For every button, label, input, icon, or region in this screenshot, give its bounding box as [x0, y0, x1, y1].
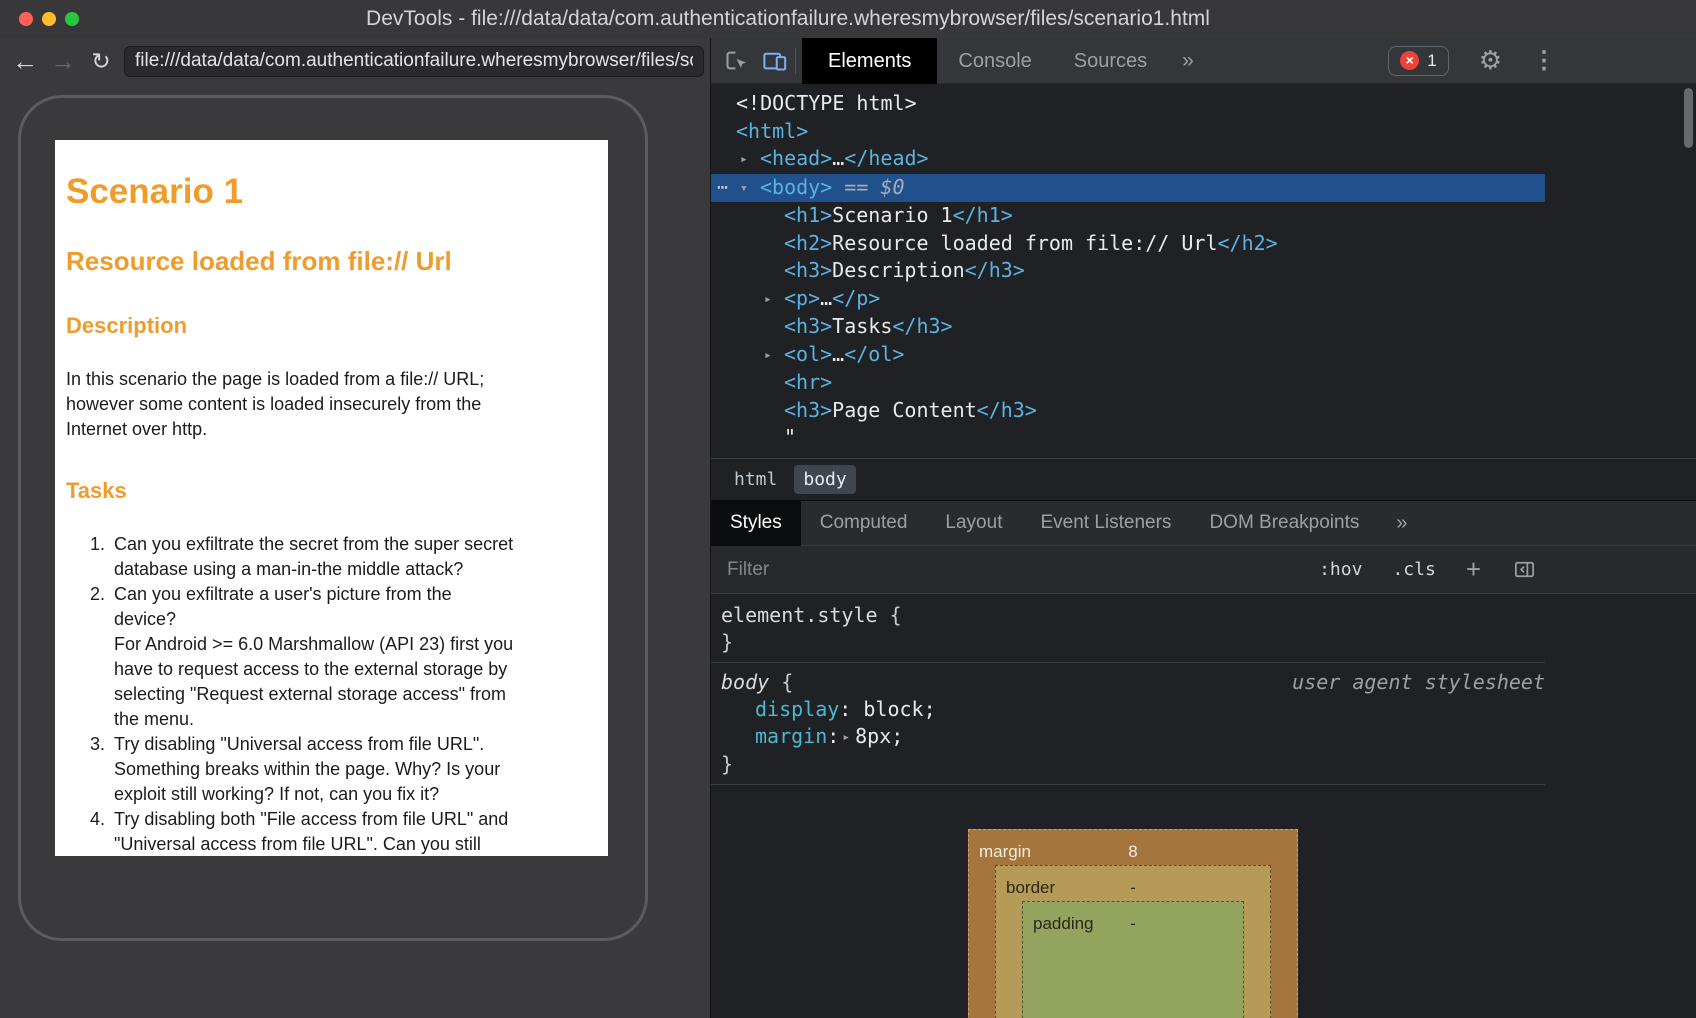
breadcrumb-body[interactable]: body	[794, 465, 855, 494]
tab-layout[interactable]: Layout	[926, 500, 1021, 546]
sidebar-tabbar: Styles Computed Layout Event Listeners D…	[711, 500, 1696, 546]
element-style-selector: element.style	[721, 603, 878, 627]
forward-icon: →	[48, 39, 78, 83]
expand-shorthand-icon[interactable]: ▸	[842, 730, 850, 745]
task-item: Try disabling both "File access from fil…	[110, 807, 592, 856]
expand-arrow-icon[interactable]: ▸	[764, 286, 784, 314]
tree-row[interactable]: <h3>Description</h3>	[711, 257, 1545, 285]
box-model: margin 8 border - padding -	[968, 829, 1298, 1018]
rule-divider	[711, 662, 1545, 663]
new-style-rule-button[interactable]: +	[1466, 554, 1481, 585]
tree-row[interactable]: ▸<ol>…</ol>	[711, 341, 1545, 370]
tab-elements[interactable]: Elements	[802, 38, 937, 84]
box-model-padding[interactable]: padding -	[1022, 901, 1244, 1018]
more-tabs-icon[interactable]: »	[1168, 38, 1208, 84]
minimize-button[interactable]	[42, 12, 56, 26]
inspect-icon[interactable]	[717, 38, 755, 84]
tab-event-listeners[interactable]: Event Listeners	[1021, 500, 1190, 546]
close-button[interactable]	[19, 12, 33, 26]
elements-scrollbar-thumb[interactable]	[1684, 88, 1693, 148]
toolbar-divider	[795, 48, 796, 74]
styles-filter-row: :hov .cls +	[711, 546, 1696, 594]
kebab-menu-icon[interactable]: ⋮	[1532, 46, 1556, 75]
task-item: Can you exfiltrate the secret from the s…	[110, 532, 592, 582]
tree-row[interactable]: <h3>Tasks</h3>	[711, 313, 1545, 341]
devtools-window: DevTools - file:///data/data/com.authent…	[0, 0, 1696, 1018]
box-model-border[interactable]: border - padding -	[995, 865, 1271, 1018]
sidebar-toggle-icon[interactable]	[1513, 558, 1536, 581]
rendered-page: Scenario 1 Resource loaded from file:// …	[55, 140, 608, 856]
zoom-button[interactable]	[65, 12, 79, 26]
task-item: Can you exfiltrate a user's picture from…	[110, 582, 592, 732]
tasks-list: Can you exfiltrate the secret from the s…	[66, 532, 592, 856]
tree-row[interactable]: ▸<p>…</p>	[711, 285, 1545, 314]
breadcrumb: html body	[711, 458, 1696, 500]
devtools-pane: Elements Console Sources » × 1 ⚙ ⋮ <!DOC…	[710, 38, 1696, 1018]
tab-sources[interactable]: Sources	[1053, 38, 1168, 84]
task-item: Try disabling "Universal access from fil…	[110, 732, 592, 807]
tree-row[interactable]: "	[711, 424, 1545, 452]
devtools-toolbar: Elements Console Sources » × 1 ⚙ ⋮	[711, 38, 1696, 84]
css-property[interactable]: display: block;	[721, 696, 1545, 723]
element-style-rule[interactable]: element.style {	[721, 602, 1545, 629]
page-subtitle: Resource loaded from file:// Url	[66, 246, 592, 277]
device-toolbar-icon[interactable]	[755, 38, 793, 84]
styles-pane: element.style { } user agent stylesheet …	[711, 594, 1696, 1018]
css-property[interactable]: margin:▸8px;	[721, 723, 1545, 751]
tree-row[interactable]: <h2>Resource loaded from file:// Url</h2…	[711, 230, 1545, 258]
margin-value[interactable]: 8	[969, 838, 1297, 865]
tab-console[interactable]: Console	[937, 38, 1052, 84]
body-rule[interactable]: user agent stylesheet body {	[721, 669, 1545, 696]
tree-row[interactable]: ▸<head>…</head>	[711, 145, 1545, 174]
styles-filter-input[interactable]	[727, 559, 1289, 581]
expand-arrow-icon[interactable]: ▸	[764, 342, 784, 370]
overflow-menu-icon[interactable]: ⋯	[717, 174, 728, 202]
tree-row[interactable]: <hr>	[711, 369, 1545, 397]
rule-divider	[711, 784, 1545, 785]
description-heading: Description	[66, 313, 592, 339]
hov-toggle[interactable]: :hov	[1319, 559, 1362, 580]
more-sidebar-tabs-icon[interactable]: »	[1396, 512, 1407, 535]
browser-pane: ← → ↻ Scenario 1 Resource loaded from fi…	[0, 38, 710, 1018]
cls-toggle[interactable]: .cls	[1392, 559, 1435, 580]
expand-arrow-icon[interactable]: ▾	[740, 175, 760, 203]
page-title: Scenario 1	[66, 172, 592, 212]
tab-dom-breakpoints[interactable]: DOM Breakpoints	[1190, 500, 1378, 546]
expand-arrow-icon[interactable]: ▸	[740, 146, 760, 174]
tab-styles[interactable]: Styles	[711, 500, 801, 546]
error-icon: ×	[1400, 51, 1419, 70]
tasks-heading: Tasks	[66, 478, 592, 504]
tree-row[interactable]: ⋯▾<body> == $0	[711, 174, 1545, 203]
padding-value[interactable]: -	[1023, 910, 1243, 937]
description-paragraph: In this scenario the page is loaded from…	[66, 367, 592, 442]
box-model-margin[interactable]: margin 8 border - padding -	[968, 829, 1298, 1018]
tree-row[interactable]: <!DOCTYPE html>	[711, 90, 1545, 118]
tab-computed[interactable]: Computed	[801, 500, 927, 546]
border-value[interactable]: -	[996, 874, 1270, 901]
error-badge[interactable]: × 1	[1388, 46, 1448, 76]
tree-row[interactable]: <h3>Page Content</h3>	[711, 397, 1545, 425]
titlebar: DevTools - file:///data/data/com.authent…	[0, 0, 1696, 38]
error-count: 1	[1427, 51, 1436, 71]
back-icon[interactable]: ←	[10, 39, 40, 83]
browser-toolbar: ← → ↻	[0, 38, 710, 84]
tree-row[interactable]: <h1>Scenario 1</h1>	[711, 202, 1545, 230]
settings-gear-icon[interactable]: ⚙	[1479, 45, 1502, 76]
body-selector: body	[721, 670, 769, 694]
url-bar[interactable]	[124, 46, 704, 77]
breadcrumb-html[interactable]: html	[725, 465, 786, 494]
window-controls	[19, 12, 79, 26]
reload-icon[interactable]: ↻	[86, 39, 116, 83]
elements-tree: <!DOCTYPE html><html>▸<head>…</head>⋯▾<b…	[711, 84, 1696, 458]
stylesheet-origin: user agent stylesheet	[1292, 669, 1545, 696]
tree-row[interactable]: <html>	[711, 118, 1545, 146]
window-title: DevTools - file:///data/data/com.authent…	[0, 7, 1696, 31]
